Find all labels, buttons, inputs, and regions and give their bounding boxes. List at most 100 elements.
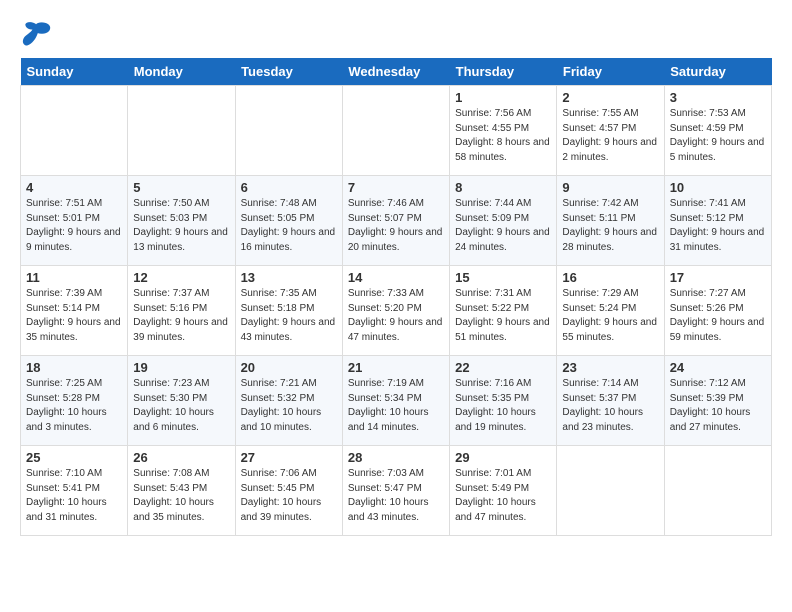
day-number: 22 — [455, 360, 551, 375]
day-number: 3 — [670, 90, 766, 105]
day-info: Sunrise: 7:35 AMSunset: 5:18 PMDaylight:… — [241, 287, 337, 345]
calendar-cell: 5 Sunrise: 7:50 AMSunset: 5:03 PMDaylight… — [128, 176, 235, 266]
calendar-cell: 12 Sunrise: 7:37 AMSunset: 5:16 PMDayligh… — [128, 266, 235, 356]
day-info: Sunrise: 7:01 AMSunset: 5:49 PMDaylight:… — [455, 467, 551, 525]
calendar-cell: 4 Sunrise: 7:51 AMSunset: 5:01 PMDaylight… — [21, 176, 128, 266]
column-header-wednesday: Wednesday — [342, 58, 449, 86]
day-number: 11 — [26, 270, 122, 285]
calendar-week-row: 1 Sunrise: 7:56 AMSunset: 4:55 PMDaylight… — [21, 86, 772, 176]
calendar-cell: 21 Sunrise: 7:19 AMSunset: 5:34 PMDayligh… — [342, 356, 449, 446]
day-number: 20 — [241, 360, 337, 375]
calendar-cell: 1 Sunrise: 7:56 AMSunset: 4:55 PMDaylight… — [450, 86, 557, 176]
day-info: Sunrise: 7:50 AMSunset: 5:03 PMDaylight:… — [133, 197, 229, 255]
calendar-cell: 29 Sunrise: 7:01 AMSunset: 5:49 PMDayligh… — [450, 446, 557, 536]
day-number: 14 — [348, 270, 444, 285]
column-header-sunday: Sunday — [21, 58, 128, 86]
day-info: Sunrise: 7:16 AMSunset: 5:35 PMDaylight:… — [455, 377, 551, 435]
calendar-cell: 20 Sunrise: 7:21 AMSunset: 5:32 PMDayligh… — [235, 356, 342, 446]
day-number: 19 — [133, 360, 229, 375]
calendar-cell: 27Sunrise: 7:06 AMSunset: 5:45 PMDayligh… — [235, 446, 342, 536]
day-info: Sunrise: 7:42 AMSunset: 5:11 PMDaylight:… — [562, 197, 658, 255]
day-info: Sunrise: 7:55 AMSunset: 4:57 PMDaylight:… — [562, 107, 658, 165]
day-number: 24 — [670, 360, 766, 375]
day-info: Sunrise: 7:10 AMSunset: 5:41 PMDaylight:… — [26, 467, 122, 525]
calendar-cell: 28 Sunrise: 7:03 AMSunset: 5:47 PMDayligh… — [342, 446, 449, 536]
calendar-cell: 7 Sunrise: 7:46 AMSunset: 5:07 PMDaylight… — [342, 176, 449, 266]
day-number: 8 — [455, 180, 551, 195]
day-number: 6 — [241, 180, 337, 195]
calendar-cell: 25 Sunrise: 7:10 AMSunset: 5:41 PMDayligh… — [21, 446, 128, 536]
day-number: 16 — [562, 270, 658, 285]
calendar-week-row: 18 Sunrise: 7:25 AMSunset: 5:28 PMDayligh… — [21, 356, 772, 446]
day-number: 7 — [348, 180, 444, 195]
day-info: Sunrise: 7:25 AMSunset: 5:28 PMDaylight:… — [26, 377, 122, 435]
calendar-cell — [664, 446, 771, 536]
day-number: 2 — [562, 90, 658, 105]
calendar-cell: 18 Sunrise: 7:25 AMSunset: 5:28 PMDayligh… — [21, 356, 128, 446]
calendar-cell: 26 Sunrise: 7:08 AMSunset: 5:43 PMDayligh… — [128, 446, 235, 536]
day-info: Sunrise: 7:12 AMSunset: 5:39 PMDaylight:… — [670, 377, 766, 435]
column-header-saturday: Saturday — [664, 58, 771, 86]
day-number: 12 — [133, 270, 229, 285]
day-info: Sunrise: 7:56 AMSunset: 4:55 PMDaylight:… — [455, 107, 551, 165]
calendar-cell: 3 Sunrise: 7:53 AMSunset: 4:59 PMDaylight… — [664, 86, 771, 176]
day-info: Sunrise: 7:37 AMSunset: 5:16 PMDaylight:… — [133, 287, 229, 345]
calendar-week-row: 25 Sunrise: 7:10 AMSunset: 5:41 PMDayligh… — [21, 446, 772, 536]
calendar-cell: 6 Sunrise: 7:48 AMSunset: 5:05 PMDaylight… — [235, 176, 342, 266]
day-info: Sunrise: 7:46 AMSunset: 5:07 PMDaylight:… — [348, 197, 444, 255]
day-number: 25 — [26, 450, 122, 465]
day-number: 13 — [241, 270, 337, 285]
logo-bird-icon — [20, 20, 52, 48]
day-info: Sunrise: 7:31 AMSunset: 5:22 PMDaylight:… — [455, 287, 551, 345]
day-info: Sunrise: 7:23 AMSunset: 5:30 PMDaylight:… — [133, 377, 229, 435]
day-number: 29 — [455, 450, 551, 465]
calendar-cell — [557, 446, 664, 536]
day-number: 27 — [241, 450, 337, 465]
column-header-monday: Monday — [128, 58, 235, 86]
day-number: 1 — [455, 90, 551, 105]
day-info: Sunrise: 7:44 AMSunset: 5:09 PMDaylight:… — [455, 197, 551, 255]
day-number: 9 — [562, 180, 658, 195]
calendar-cell — [21, 86, 128, 176]
calendar-cell — [235, 86, 342, 176]
calendar-cell: 19 Sunrise: 7:23 AMSunset: 5:30 PMDayligh… — [128, 356, 235, 446]
day-info: Sunrise: 7:48 AMSunset: 5:05 PMDaylight:… — [241, 197, 337, 255]
calendar-cell: 8 Sunrise: 7:44 AMSunset: 5:09 PMDaylight… — [450, 176, 557, 266]
calendar-cell: 10 Sunrise: 7:41 AMSunset: 5:12 PMDayligh… — [664, 176, 771, 266]
day-info: Sunrise: 7:53 AMSunset: 4:59 PMDaylight:… — [670, 107, 766, 165]
day-number: 18 — [26, 360, 122, 375]
calendar-header-row: SundayMondayTuesdayWednesdayThursdayFrid… — [21, 58, 772, 86]
calendar-week-row: 4 Sunrise: 7:51 AMSunset: 5:01 PMDaylight… — [21, 176, 772, 266]
day-info: Sunrise: 7:03 AMSunset: 5:47 PMDaylight:… — [348, 467, 444, 525]
logo — [20, 20, 56, 48]
day-info: Sunrise: 7:27 AMSunset: 5:26 PMDaylight:… — [670, 287, 766, 345]
calendar-cell: 2 Sunrise: 7:55 AMSunset: 4:57 PMDaylight… — [557, 86, 664, 176]
day-number: 23 — [562, 360, 658, 375]
day-info: Sunrise: 7:33 AMSunset: 5:20 PMDaylight:… — [348, 287, 444, 345]
day-info: Sunrise: 7:41 AMSunset: 5:12 PMDaylight:… — [670, 197, 766, 255]
day-info: Sunrise: 7:08 AMSunset: 5:43 PMDaylight:… — [133, 467, 229, 525]
day-number: 26 — [133, 450, 229, 465]
day-info: Sunrise: 7:29 AMSunset: 5:24 PMDaylight:… — [562, 287, 658, 345]
calendar-cell: 13 Sunrise: 7:35 AMSunset: 5:18 PMDayligh… — [235, 266, 342, 356]
calendar-cell — [128, 86, 235, 176]
calendar-cell: 24 Sunrise: 7:12 AMSunset: 5:39 PMDayligh… — [664, 356, 771, 446]
calendar-cell: 23 Sunrise: 7:14 AMSunset: 5:37 PMDayligh… — [557, 356, 664, 446]
day-info: Sunrise: 7:19 AMSunset: 5:34 PMDaylight:… — [348, 377, 444, 435]
day-number: 17 — [670, 270, 766, 285]
column-header-tuesday: Tuesday — [235, 58, 342, 86]
day-number: 10 — [670, 180, 766, 195]
day-info: Sunrise: 7:21 AMSunset: 5:32 PMDaylight:… — [241, 377, 337, 435]
calendar-cell: 15Sunrise: 7:31 AMSunset: 5:22 PMDayligh… — [450, 266, 557, 356]
calendar-cell: 9 Sunrise: 7:42 AMSunset: 5:11 PMDaylight… — [557, 176, 664, 266]
day-info: Sunrise: 7:14 AMSunset: 5:37 PMDaylight:… — [562, 377, 658, 435]
day-number: 21 — [348, 360, 444, 375]
day-info: Sunrise: 7:51 AMSunset: 5:01 PMDaylight:… — [26, 197, 122, 255]
calendar-cell: 22 Sunrise: 7:16 AMSunset: 5:35 PMDayligh… — [450, 356, 557, 446]
day-number: 28 — [348, 450, 444, 465]
calendar-cell: 16 Sunrise: 7:29 AMSunset: 5:24 PMDayligh… — [557, 266, 664, 356]
page-header — [20, 20, 772, 48]
calendar-cell: 14 Sunrise: 7:33 AMSunset: 5:20 PMDayligh… — [342, 266, 449, 356]
day-number: 5 — [133, 180, 229, 195]
day-number: 4 — [26, 180, 122, 195]
